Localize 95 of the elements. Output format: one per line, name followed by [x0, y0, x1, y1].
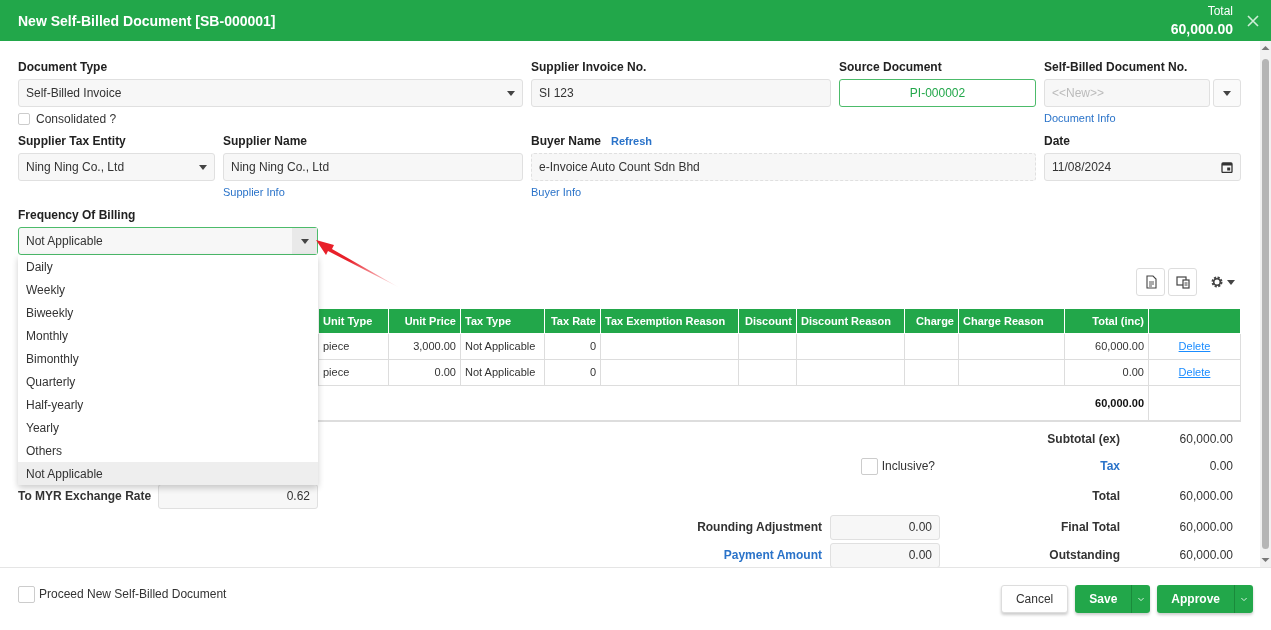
- input-field[interactable]: 0.00: [830, 514, 940, 540]
- refresh-link[interactable]: Refresh: [611, 135, 652, 147]
- chevron-icon: [1241, 596, 1247, 602]
- dropdown-option[interactable]: Half-yearly: [18, 393, 318, 416]
- summary-value: 60,000.00: [1178, 488, 1234, 505]
- calendar-icon: [1221, 161, 1233, 173]
- window-title: New Self-Billed Document [SB-000001]: [18, 12, 277, 29]
- input-field[interactable]: e-Invoice Auto Count Sdn Bhd: [531, 153, 1036, 181]
- table-cell: 3,000.00: [388, 333, 461, 359]
- toolbar-button[interactable]: [1136, 268, 1165, 296]
- date-field[interactable]: 11/08/2024: [1044, 153, 1241, 181]
- dropdown-option[interactable]: Weekly: [18, 278, 318, 301]
- table-cell: 0.00: [1064, 359, 1149, 385]
- table-total: 60,000.00: [1095, 396, 1144, 409]
- input-field[interactable]: 0.62: [158, 483, 318, 509]
- caret-icon: [199, 164, 207, 170]
- column-header: Tax Exemption Reason: [600, 309, 739, 333]
- field-label: Supplier Tax Entity: [18, 135, 126, 147]
- column-header: Unit Type: [318, 309, 389, 333]
- table-cell: Not Applicable: [460, 333, 545, 359]
- toolbar-button[interactable]: [1168, 268, 1197, 296]
- dropdown-option[interactable]: Yearly: [18, 416, 318, 439]
- column-header: Discount: [738, 309, 797, 333]
- delete-link[interactable]: Delete: [1178, 366, 1211, 378]
- dropdown-option[interactable]: Not Applicable: [18, 462, 318, 485]
- field-label: Supplier Invoice No.: [531, 61, 647, 73]
- caret-icon: [300, 238, 309, 244]
- settings-button[interactable]: [1210, 275, 1235, 289]
- checkbox-label: Consolidated ?: [36, 112, 117, 126]
- field-label: Rounding Adjustment: [696, 519, 823, 536]
- input-field[interactable]: 0.00: [830, 542, 940, 567]
- field-label: Document Type: [18, 61, 108, 73]
- total-label: Total: [1207, 4, 1233, 18]
- summary-label: Subtotal (ex): [1046, 431, 1120, 448]
- checkbox-label: Inclusive?: [881, 459, 935, 473]
- checkbox[interactable]: [18, 585, 35, 603]
- dropdown-field[interactable]: Ning Ning Co., Ltd: [18, 153, 215, 181]
- document-icon: [1143, 275, 1158, 289]
- copy-icon: [1175, 275, 1190, 289]
- dropdown-button[interactable]: [1213, 79, 1241, 107]
- summary-value: 0.00: [1208, 458, 1234, 475]
- column-header: Charge: [904, 309, 959, 333]
- delete-link[interactable]: Delete: [1178, 340, 1211, 352]
- dropdown-field[interactable]: Self-Billed Invoice: [18, 79, 523, 107]
- dropdown-option[interactable]: Biweekly: [18, 301, 318, 324]
- field-label: Source Document: [839, 61, 942, 73]
- dropdown-option[interactable]: Quarterly: [18, 370, 318, 393]
- table-cell: 0: [544, 333, 601, 359]
- summary-value: 60,000.00: [1178, 519, 1234, 536]
- table-cell: 0.00: [388, 359, 461, 385]
- dropdown-option[interactable]: Daily: [18, 255, 318, 278]
- dropdown-option[interactable]: Bimonthly: [18, 347, 318, 370]
- caret-icon: [507, 90, 515, 96]
- document-info-link[interactable]: Document Info: [1044, 112, 1116, 124]
- close-icon[interactable]: [1247, 14, 1259, 27]
- column-header: Unit Price: [388, 309, 461, 333]
- dropdown-option[interactable]: Others: [18, 439, 318, 462]
- tax-link[interactable]: Tax: [940, 452, 1120, 480]
- dropdown-option[interactable]: Monthly: [18, 324, 318, 347]
- caret-icon: [1223, 90, 1231, 96]
- column-header: Charge Reason: [958, 309, 1065, 333]
- column-header: Tax Rate: [544, 309, 601, 333]
- field-label: Frequency Of Billing: [18, 209, 136, 221]
- payment-amount-link[interactable]: Payment Amount: [318, 542, 830, 567]
- dropdown-button[interactable]: [1132, 585, 1151, 613]
- field-label: Supplier Name: [223, 135, 308, 147]
- caret-icon: [1227, 279, 1235, 285]
- scrollbar[interactable]: [1260, 41, 1271, 567]
- column-header: Tax Type: [460, 309, 545, 333]
- total-value: 60,000.00: [1170, 21, 1233, 37]
- field-label: Self-Billed Document No.: [1044, 61, 1188, 73]
- summary-value: 60,000.00: [1178, 547, 1234, 564]
- checkbox-label: Proceed New Self-Billed Document: [39, 587, 227, 601]
- chevron-icon: [1138, 596, 1145, 602]
- cancel-button[interactable]: Cancel: [1000, 585, 1069, 613]
- checkbox[interactable]: [18, 113, 30, 125]
- field-label: Date: [1044, 135, 1070, 147]
- summary-label: Total: [1091, 488, 1120, 505]
- input-field[interactable]: Ning Ning Co., Ltd: [223, 153, 523, 181]
- supplier-info-link[interactable]: Supplier Info: [223, 186, 285, 198]
- column-header: Total (inc): [1064, 309, 1149, 333]
- summary-value: 60,000.00: [1178, 431, 1234, 448]
- settings-icon: [1210, 275, 1224, 289]
- input-field[interactable]: SI 123: [531, 79, 831, 107]
- field-label: Buyer Name: [531, 135, 602, 147]
- table-cell: 60,000.00: [1064, 333, 1149, 359]
- dropdown-field[interactable]: Not Applicable: [18, 227, 318, 255]
- summary-label: Final Total: [1059, 519, 1120, 536]
- column-header: Discount Reason: [796, 309, 905, 333]
- summary-label: Outstanding: [1048, 547, 1120, 564]
- table-cell: 0: [544, 359, 601, 385]
- checkbox[interactable]: [860, 457, 878, 475]
- field-label: To MYR Exchange Rate: [18, 488, 153, 505]
- table-cell: Not Applicable: [460, 359, 545, 385]
- buyer-info-link[interactable]: Buyer Info: [531, 186, 582, 198]
